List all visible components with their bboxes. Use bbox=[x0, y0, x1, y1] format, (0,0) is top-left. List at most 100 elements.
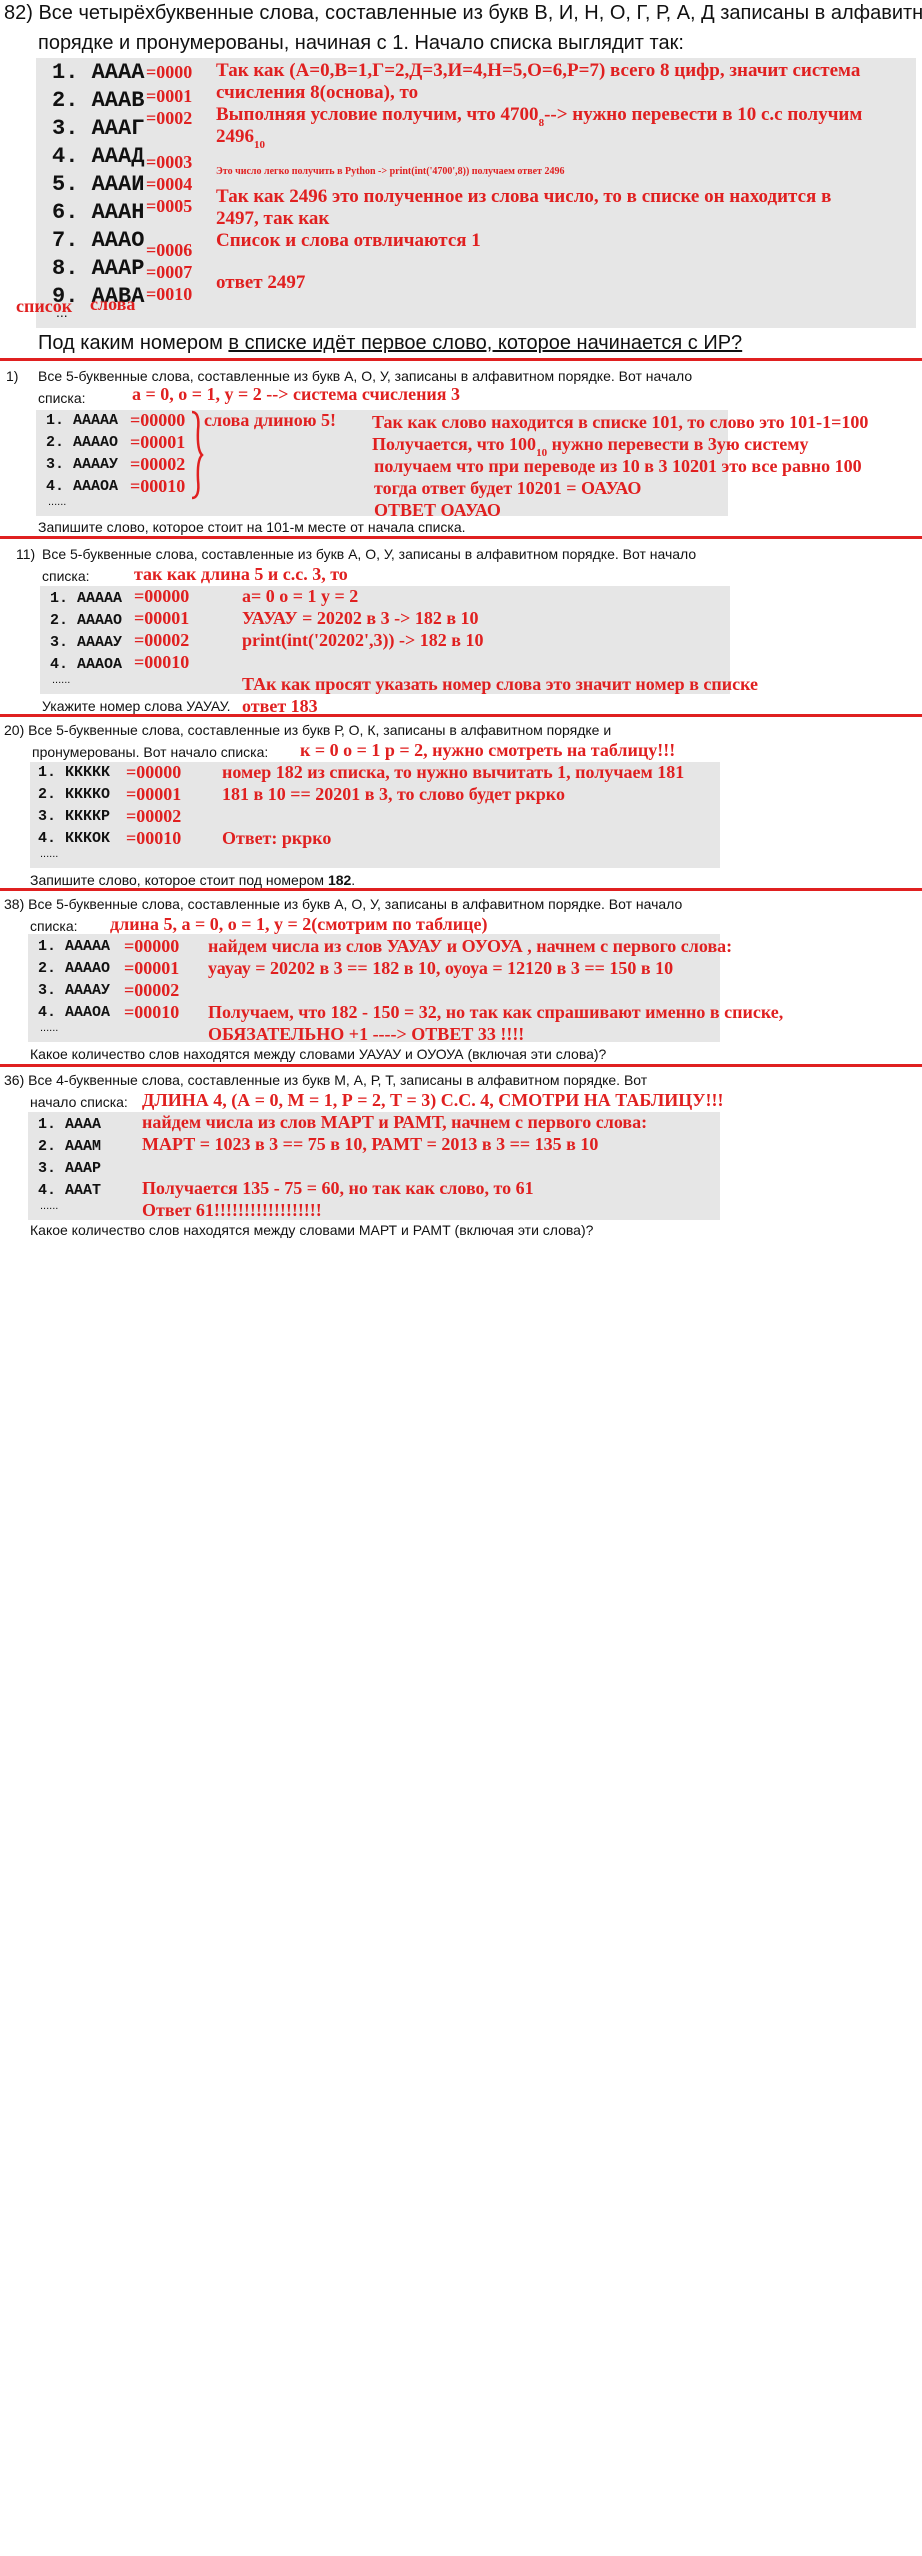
q38-task: Какое количество слов находятся между сл… bbox=[30, 1046, 607, 1062]
q1-note1: Так как слово находится в списке 101, то… bbox=[372, 412, 869, 432]
q1-note3: получаем что при переводе из 10 в 3 1020… bbox=[374, 456, 862, 476]
q82-note6: 2497, так как bbox=[216, 208, 330, 229]
label-words: слова bbox=[90, 294, 136, 314]
list-item: 2. ААААО bbox=[38, 960, 111, 977]
q38-note3: Получаем, что 182 - 150 = 32, но так как… bbox=[208, 1002, 784, 1022]
code-label: =00010 bbox=[134, 652, 190, 672]
code-label: =0005 bbox=[146, 196, 193, 216]
list-item: 2. ААААО bbox=[46, 434, 119, 451]
code-label: =0000 bbox=[146, 62, 193, 82]
q36-note4: Ответ 61!!!!!!!!!!!!!!!!!! bbox=[142, 1200, 322, 1220]
q38-note4: ОБЯЗАТЕЛЬНО +1 ----> ОТВЕТ 33 !!!! bbox=[208, 1024, 525, 1044]
q20-note3: Ответ: ркрко bbox=[222, 828, 332, 848]
code-label: =0007 bbox=[146, 262, 193, 282]
code-label: =0003 bbox=[146, 152, 193, 172]
q82-line2: порядке и пронумерованы, начиная с 1. На… bbox=[38, 32, 684, 54]
q82-note5: Так как 2496 это полученное из слова чис… bbox=[216, 186, 832, 207]
list-item: 1. ААААА bbox=[46, 412, 119, 429]
q38-note2: уауау = 20202 в 3 == 182 в 10, оуоуа = 1… bbox=[208, 958, 674, 978]
q1-line2: списка: bbox=[38, 390, 86, 406]
q1-line1: Все 5-буквенные слова, составленные из б… bbox=[38, 368, 693, 384]
q82-question: Под каким номером в списке идёт первое с… bbox=[38, 332, 743, 354]
list-ellipsis: ...... bbox=[40, 1200, 59, 1212]
section-divider bbox=[0, 888, 922, 891]
list-item: 1. АААА bbox=[38, 1116, 102, 1133]
q11-line1: Все 5-буквенные слова, составленные из б… bbox=[42, 546, 697, 562]
q20-note1: номер 182 из списка, то нужно вычитать 1… bbox=[222, 762, 685, 782]
code-label: =00010 bbox=[126, 828, 182, 848]
section-divider bbox=[0, 714, 922, 717]
q20-red-top: к = 0 о = 1 р = 2, нужно смотреть на таб… bbox=[300, 740, 676, 760]
list-ellipsis: ...... bbox=[40, 848, 59, 860]
q38-note1: найдем числа из слов УАУАУ и ОУОУА , нач… bbox=[208, 936, 733, 956]
q11-task: Укажите номер слова УАУАУ. bbox=[42, 698, 231, 714]
list-item: 2. АААВ bbox=[52, 88, 145, 113]
q11-red-top: так как длина 5 и с.с. 3, то bbox=[134, 564, 348, 584]
q11-line2: списка: bbox=[42, 568, 90, 584]
code-label: =00001 bbox=[124, 958, 180, 978]
q38-line1: 38) Все 5-буквенные слова, составленные … bbox=[4, 896, 683, 912]
q82-answer: ответ 2497 bbox=[216, 272, 306, 293]
q82-note-small: Это число легко получить в Python -> pri… bbox=[216, 166, 565, 177]
code-label: =00000 bbox=[126, 762, 182, 782]
list-item: 2. АААМ bbox=[38, 1138, 102, 1155]
list-item: 1. ААААА bbox=[38, 938, 111, 955]
list-item: 1. ККККК bbox=[38, 764, 111, 781]
list-item: 3. ККККР bbox=[38, 808, 111, 825]
section-divider bbox=[0, 358, 922, 361]
q1-brace-note: слова длиною 5! bbox=[204, 410, 337, 430]
code-label: =00002 bbox=[134, 630, 190, 650]
q20-task: Запишите слово, которое стоит под номеро… bbox=[30, 872, 356, 888]
q11-note4: ТАк как просят указать номер слова это з… bbox=[242, 674, 759, 694]
q1-note5: ОТВЕТ ОАУАО bbox=[374, 500, 501, 520]
list-ellipsis: ...... bbox=[40, 1022, 59, 1034]
code-label: =00001 bbox=[134, 608, 190, 628]
list-item: 4. АААОА bbox=[50, 656, 123, 673]
q1-number: 1) bbox=[6, 368, 19, 384]
list-item: 4. КККОК bbox=[38, 830, 111, 847]
q11-note3: print(int('20202',3)) -> 182 в 10 bbox=[242, 630, 484, 650]
curly-brace-icon bbox=[191, 410, 204, 500]
list-item: 8. АААР bbox=[52, 256, 145, 281]
list-item: 3. АААГ bbox=[52, 116, 145, 141]
code-label: =00010 bbox=[124, 1002, 180, 1022]
q36-task: Какое количество слов находятся между сл… bbox=[30, 1222, 594, 1238]
q11-number: 11) bbox=[16, 546, 36, 562]
q82-note1: Так как (А=0,В=1,Г=2,Д=3,И=4,Н=5,О=6,Р=7… bbox=[216, 60, 861, 81]
q36-note1: найдем числа из слов МАРТ и РАМТ, начнем… bbox=[142, 1112, 648, 1132]
q36-note3: Получается 135 - 75 = 60, но так как сло… bbox=[142, 1178, 534, 1198]
list-item: 2. ААААО bbox=[50, 612, 123, 629]
q38-red-top: длина 5, а = 0, о = 1, у = 2(смотрим по … bbox=[110, 914, 488, 934]
code-label: =0004 bbox=[146, 174, 193, 194]
code-label: =00000 bbox=[130, 410, 186, 430]
list-item: 6. АААН bbox=[52, 200, 145, 225]
q20-line1: 20) Все 5-буквенные слова, составленные … bbox=[4, 722, 612, 738]
q36-red-top: ДЛИНА 4, (А = 0, М = 1, Р = 2, Т = 3) С.… bbox=[142, 1090, 724, 1110]
label-list: список bbox=[16, 296, 73, 316]
q36-line1: 36) Все 4-буквенные слова, составленные … bbox=[4, 1072, 648, 1088]
section-divider bbox=[0, 536, 922, 539]
list-item: 5. АААИ bbox=[52, 172, 145, 197]
code-label: =00000 bbox=[124, 936, 180, 956]
list-item: 7. АААО bbox=[52, 228, 145, 253]
list-item: 1. АААА bbox=[52, 60, 145, 85]
code-label: =00010 bbox=[130, 476, 186, 496]
q1-note2: Получается, что 10010 нужно перевести в … bbox=[372, 434, 809, 459]
list-item: 4. АААОА bbox=[46, 478, 119, 495]
list-ellipsis: ...... bbox=[52, 674, 71, 686]
q82-note4: 249610 bbox=[216, 126, 265, 151]
list-item: 3. ААААУ bbox=[50, 634, 123, 651]
list-item: 3. АААР bbox=[38, 1160, 102, 1177]
list-item: 4. АААТ bbox=[38, 1182, 102, 1199]
code-label: =0002 bbox=[146, 108, 193, 128]
q20-line2: пронумерованы. Вот начало списка: bbox=[32, 744, 269, 760]
code-label: =00000 bbox=[134, 586, 190, 606]
code-label: =0006 bbox=[146, 240, 193, 260]
q82-note3: Выполняя условие получим, что 47008--> н… bbox=[216, 104, 863, 129]
q1-task: Запишите слово, которое стоит на 101-м м… bbox=[38, 519, 466, 535]
list-item: 1. ААААА bbox=[50, 590, 123, 607]
code-label: =00002 bbox=[126, 806, 182, 826]
list-item: 3. ААААУ bbox=[46, 456, 119, 473]
code-label: =00002 bbox=[124, 980, 180, 1000]
code-label: =00001 bbox=[126, 784, 182, 804]
